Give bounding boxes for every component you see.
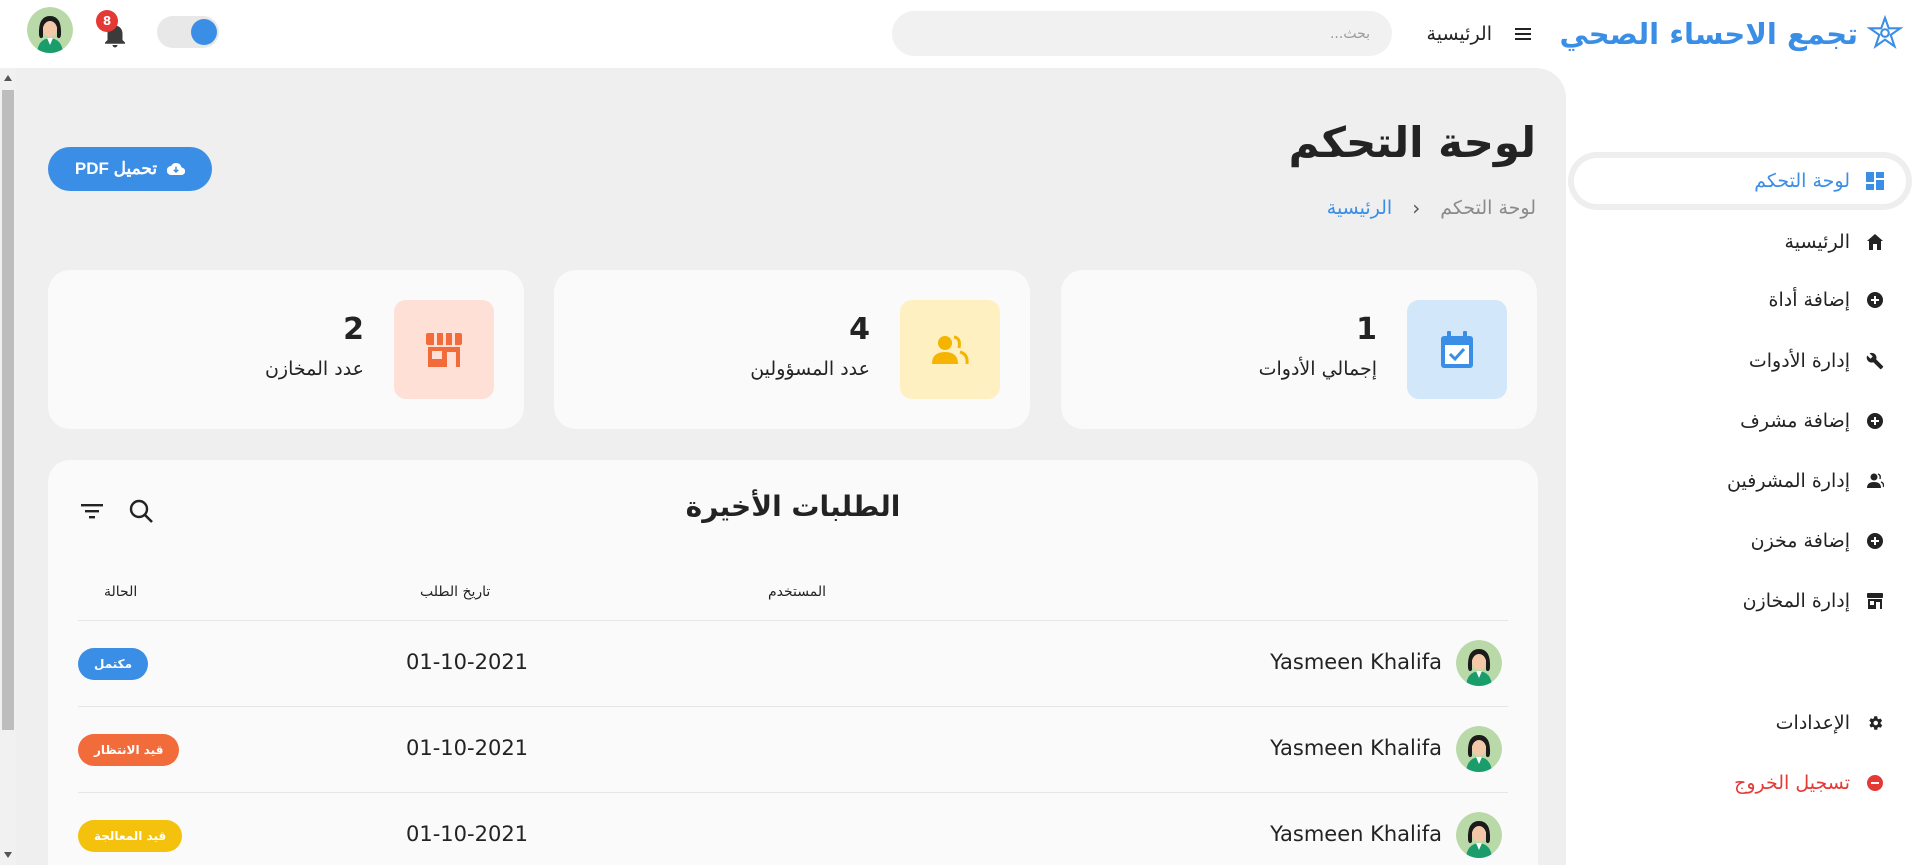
stat-icon-box <box>394 300 494 399</box>
add-circle-icon <box>1864 410 1886 432</box>
filter-icon <box>80 500 106 522</box>
download-pdf-label: تحميل PDF <box>74 159 158 178</box>
brand-name: تجمع الاحساء الصحي <box>1559 17 1858 51</box>
brand[interactable]: تجمع الاحساء الصحي <box>1559 12 1904 56</box>
sidebar-item-manage-stores[interactable]: إدارة المخازن <box>1743 578 1886 624</box>
scroll-up-arrow[interactable] <box>4 75 12 81</box>
breadcrumb-separator: ‹ <box>1412 196 1421 220</box>
row-date: 01-10-2021 <box>406 650 529 674</box>
breadcrumb-current: لوحة التحكم <box>1440 197 1536 219</box>
sidebar-item-add-store[interactable]: إضافة مخزن <box>1751 518 1886 564</box>
table-row[interactable]: Yasmeen Khalifa 01-10-2021 مكتمل <box>48 620 1538 706</box>
notification-count-badge: 8 <box>96 10 118 32</box>
user-avatar[interactable] <box>27 7 73 53</box>
row-date: 01-10-2021 <box>406 736 529 760</box>
wrench-icon <box>1864 350 1886 372</box>
logout-icon <box>1864 772 1886 794</box>
table-filter-button[interactable] <box>80 500 106 524</box>
scrollbar[interactable] <box>0 68 16 865</box>
column-header-date[interactable]: تاريخ الطلب <box>420 584 490 600</box>
stat-label: عدد المخازن <box>264 358 364 380</box>
stat-icon-box <box>1407 300 1507 399</box>
status-badge: مكتمل <box>78 648 149 680</box>
sidebar-item-label: الرئيسية <box>1784 231 1850 253</box>
stat-card-admins[interactable]: 4 عدد المسؤولين <box>554 270 1030 429</box>
scroll-down-arrow[interactable] <box>4 852 12 858</box>
logo-icon <box>1866 15 1904 53</box>
sidebar-item-manage-supervisors[interactable]: إدارة المشرفين <box>1727 458 1886 504</box>
sidebar: لوحة التحكم الرئيسية إضافة أداة إدارة ال… <box>1566 68 1916 865</box>
avatar <box>1456 812 1502 858</box>
theme-toggle[interactable] <box>157 16 219 48</box>
table-row[interactable]: Yasmeen Khalifa 01-10-2021 قيد المعالجة <box>48 792 1538 865</box>
sidebar-item-label: تسجيل الخروج <box>1734 772 1850 794</box>
row-user-name: Yasmeen Khalifa <box>1270 822 1442 846</box>
stat-value: 2 <box>343 312 364 347</box>
status-badge: قيد المعالجة <box>78 820 183 852</box>
table-row[interactable]: Yasmeen Khalifa 01-10-2021 قيد الانتظار <box>48 706 1538 792</box>
sidebar-item-add-supervisor[interactable]: إضافة مشرف <box>1740 398 1886 444</box>
sidebar-item-logout[interactable]: تسجيل الخروج <box>1734 760 1886 806</box>
users-icon <box>930 334 970 366</box>
toggle-knob <box>191 19 217 45</box>
breadcrumb: لوحة التحكم ‹ الرئيسية <box>1327 196 1536 220</box>
search-icon <box>128 498 154 524</box>
stat-value: 1 <box>1356 312 1377 347</box>
stat-value: 4 <box>849 312 870 347</box>
store-icon <box>425 332 463 368</box>
top-bar: تجمع الاحساء الصحي الرئيسية 8 <box>0 0 1916 68</box>
cloud-download-icon <box>167 162 186 176</box>
sidebar-item-label: الإعدادات <box>1775 712 1850 734</box>
sidebar-item-label: لوحة التحكم <box>1754 170 1850 192</box>
dashboard-icon <box>1864 170 1886 192</box>
stat-label: إجمالي الأدوات <box>1258 358 1377 380</box>
stat-card-stores[interactable]: 2 عدد المخازن <box>48 270 524 429</box>
column-header-user[interactable]: المستخدم <box>768 584 826 600</box>
row-user-name: Yasmeen Khalifa <box>1270 650 1442 674</box>
sidebar-item-manage-tools[interactable]: إدارة الأدوات <box>1749 338 1886 384</box>
add-circle-icon <box>1864 530 1886 552</box>
users-icon <box>1864 470 1886 492</box>
status-badge: قيد الانتظار <box>78 734 180 766</box>
avatar <box>1456 726 1502 772</box>
scrollbar-thumb[interactable] <box>2 90 14 730</box>
search-input[interactable] <box>892 11 1392 56</box>
stat-icon-box <box>900 300 1000 399</box>
top-home-link[interactable]: الرئيسية <box>1410 20 1492 48</box>
recent-orders-panel: الطلبات الأخيرة المستخدم تاريخ الطلب الح… <box>48 460 1538 865</box>
sidebar-item-home[interactable]: الرئيسية <box>1785 219 1886 265</box>
menu-toggle-button[interactable] <box>1509 20 1537 48</box>
avatar <box>1456 640 1502 686</box>
calendar-check-icon <box>1439 330 1475 370</box>
stat-label: عدد المسؤولين <box>750 358 870 380</box>
store-icon <box>1864 590 1886 612</box>
sidebar-item-label: إدارة المخازن <box>1742 590 1850 612</box>
sidebar-item-label: إضافة أداة <box>1768 289 1850 311</box>
gear-icon <box>1864 712 1886 734</box>
sidebar-item-add-tool[interactable]: إضافة أداة <box>1769 277 1886 323</box>
column-header-status[interactable]: الحالة <box>104 584 137 600</box>
hamburger-menu-icon <box>1515 27 1531 41</box>
row-date: 01-10-2021 <box>406 822 529 846</box>
table-search-button[interactable] <box>128 498 154 524</box>
sidebar-item-dashboard[interactable]: لوحة التحكم <box>1574 158 1906 204</box>
sidebar-item-label: إدارة المشرفين <box>1727 470 1850 492</box>
add-circle-icon <box>1864 289 1886 311</box>
sidebar-item-settings[interactable]: الإعدادات <box>1776 700 1886 746</box>
sidebar-item-label: إضافة مخزن <box>1750 530 1850 552</box>
home-icon <box>1864 231 1886 253</box>
recent-orders-title: الطلبات الأخيرة <box>685 490 901 523</box>
row-user-name: Yasmeen Khalifa <box>1270 736 1442 760</box>
page-title: لوحة التحكم <box>1288 118 1536 167</box>
stat-card-tools[interactable]: 1 إجمالي الأدوات <box>1061 270 1537 429</box>
download-pdf-button[interactable]: تحميل PDF <box>48 147 212 191</box>
breadcrumb-home-link[interactable]: الرئيسية <box>1327 197 1392 219</box>
sidebar-item-label: إضافة مشرف <box>1740 410 1850 432</box>
sidebar-item-label: إدارة الأدوات <box>1748 350 1850 372</box>
